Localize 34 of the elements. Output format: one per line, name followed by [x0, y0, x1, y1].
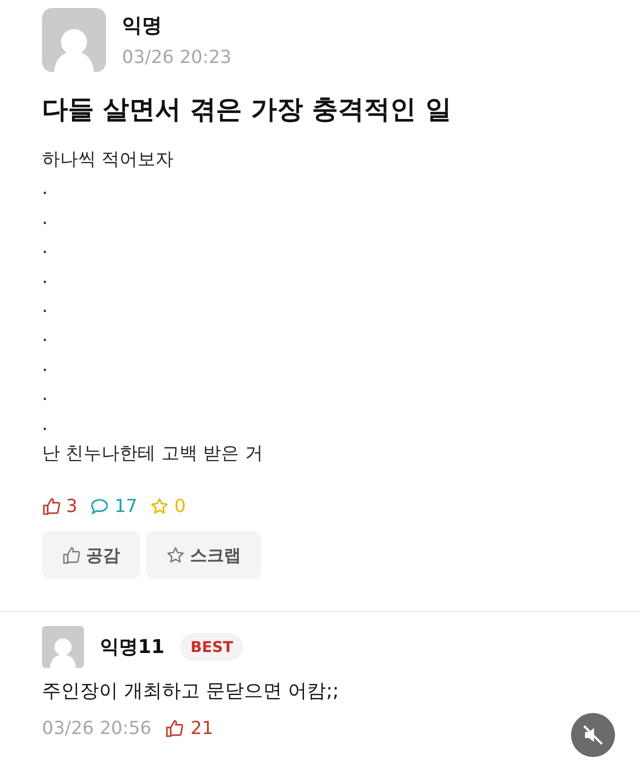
like-count: 3 — [66, 496, 78, 518]
speech-bubble-icon — [90, 497, 110, 516]
like-count: 21 — [190, 718, 214, 740]
body-line: 난 친누나한테 고백 받은 거 — [42, 442, 264, 466]
avatar-icon — [42, 626, 84, 668]
scrap-count: 0 — [174, 496, 186, 518]
body-line: 하나씩 적어보자 — [42, 148, 175, 172]
star-icon — [150, 497, 170, 516]
post-time: 03/26 20:23 — [122, 47, 232, 68]
body-line: . — [42, 206, 49, 231]
thumbs-up-icon — [165, 719, 184, 738]
thumbs-up-icon — [42, 497, 61, 516]
avatar-icon — [42, 8, 106, 72]
star-icon — [166, 546, 185, 565]
author-name: 익명 — [122, 12, 163, 39]
scrap-button[interactable]: 스크랩 — [146, 531, 261, 580]
body-line: . — [42, 354, 49, 378]
commenter-name: 익명11 — [100, 635, 164, 660]
body-line: . — [42, 324, 49, 348]
like-button[interactable]: 공감 — [42, 531, 140, 580]
post-title: 다들 살면서 겪은 가장 충격적인 일 — [42, 94, 452, 127]
body-line: . — [42, 412, 49, 437]
muted-speaker-icon — [581, 723, 605, 747]
body-line: . — [42, 236, 49, 260]
body-line: . — [42, 383, 49, 408]
comment-count: 17 — [114, 496, 138, 518]
thumbs-up-icon — [62, 546, 81, 565]
body-line: . — [42, 295, 49, 320]
comment-time: 03/26 20:56 — [42, 718, 152, 740]
comment-text: 주인장이 개최하고 문닫으면 어캄;; — [42, 679, 340, 704]
body-line: . — [42, 266, 49, 290]
body-line: . — [42, 177, 49, 202]
mute-button[interactable] — [571, 713, 615, 757]
best-badge: BEST — [180, 633, 244, 662]
